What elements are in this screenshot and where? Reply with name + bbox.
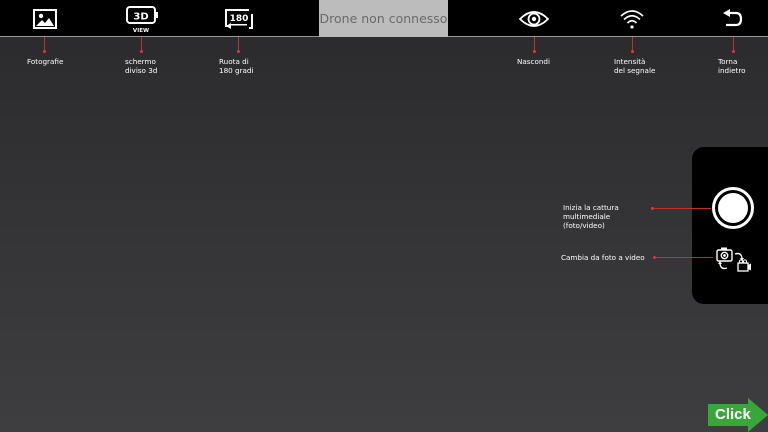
photos-button[interactable] <box>30 0 60 37</box>
callout-dot-split3d <box>140 50 143 53</box>
shutter-icon <box>718 193 748 223</box>
click-label: Click <box>715 406 751 423</box>
back-icon <box>723 8 743 26</box>
callout-line-capture <box>653 208 711 209</box>
photo-video-switch-button[interactable] <box>715 246 753 278</box>
signal-strength-indicator[interactable] <box>618 0 646 37</box>
rotate-180-button[interactable]: 180 <box>222 0 256 37</box>
callout-hide: Nascondi <box>517 57 550 66</box>
callout-rotate: Ruota di 180 gradi <box>219 57 254 75</box>
hide-button[interactable] <box>517 0 551 37</box>
callout-dot-photos <box>43 50 46 53</box>
3d-icon-text: 3D <box>133 11 148 22</box>
rotate-180-icon: 180 <box>225 8 253 29</box>
callout-dot-rotate <box>237 50 240 53</box>
callout-switch: Cambia da foto a video <box>561 253 645 262</box>
3d-view-icon: 3D VIEW <box>126 5 158 34</box>
callout-signal: Intensità del segnale <box>614 57 656 75</box>
callout-dot-signal <box>631 50 634 53</box>
callout-capture: Inizia la cattura multimediale (foto/vid… <box>563 203 619 230</box>
split-3d-button[interactable]: 3D VIEW <box>124 0 160 37</box>
view-icon-subtext: VIEW <box>133 28 149 34</box>
capture-button[interactable] <box>712 187 754 229</box>
callout-dot-back <box>732 50 735 53</box>
callout-photos: Fotografie <box>27 57 64 66</box>
photo-video-switch-icon <box>716 247 751 272</box>
back-button[interactable] <box>719 0 745 37</box>
eye-icon <box>518 10 550 27</box>
callout-back: Torna indietro <box>718 57 746 75</box>
callout-split3d: schermo diviso 3d <box>125 57 158 75</box>
rotate-icon-text: 180 <box>230 14 249 24</box>
callout-dot-hide <box>533 50 536 53</box>
top-toolbar: 3D VIEW 180 Drone non connesso <box>0 0 768 37</box>
callout-line-switch <box>655 257 713 258</box>
connection-status: Drone non connesso <box>319 0 448 37</box>
gallery-icon <box>33 8 57 29</box>
wifi-icon <box>620 9 644 29</box>
